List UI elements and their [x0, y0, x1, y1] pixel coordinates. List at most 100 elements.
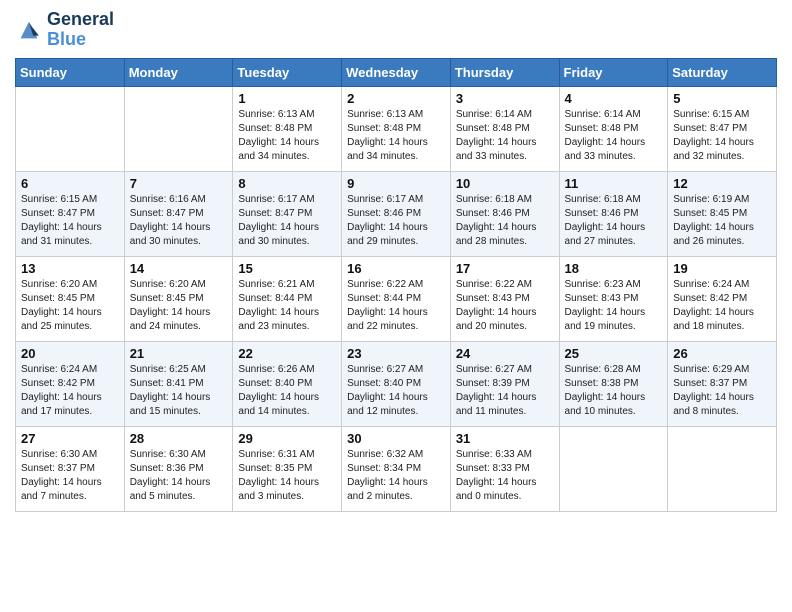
calendar-cell: 18 Sunrise: 6:23 AM Sunset: 8:43 PM Dayli… [559, 256, 668, 341]
day-number: 19 [673, 261, 771, 276]
calendar-cell: 19Sunrise: 6:24 AM Sunset: 8:42 PM Dayli… [668, 256, 777, 341]
day-info: Sunrise: 6:22 AM Sunset: 8:44 PM Dayligh… [347, 278, 445, 334]
calendar-cell [668, 426, 777, 511]
day-info: Sunrise: 6:22 AM Sunset: 8:43 PM Dayligh… [456, 278, 554, 334]
day-info: Sunrise: 6:30 AM Sunset: 8:37 PM Dayligh… [21, 448, 119, 504]
calendar-header: SundayMondayTuesdayWednesdayThursdayFrid… [16, 58, 777, 86]
day-number: 5 [673, 91, 771, 106]
calendar-cell: 28 Sunrise: 6:30 AM Sunset: 8:36 PM Dayli… [124, 426, 233, 511]
day-number: 2 [347, 91, 445, 106]
page-header: General Blue [15, 10, 777, 50]
calendar-cell: 21 Sunrise: 6:25 AM Sunset: 8:41 PM Dayli… [124, 341, 233, 426]
weekday-header-tuesday: Tuesday [233, 58, 342, 86]
day-number: 3 [456, 91, 554, 106]
day-info: Sunrise: 6:14 AM Sunset: 8:48 PM Dayligh… [565, 108, 663, 164]
day-info: Sunrise: 6:25 AM Sunset: 8:41 PM Dayligh… [130, 363, 228, 419]
calendar-cell: 6Sunrise: 6:15 AM Sunset: 8:47 PM Daylig… [16, 171, 125, 256]
calendar-cell: 17 Sunrise: 6:22 AM Sunset: 8:43 PM Dayli… [450, 256, 559, 341]
weekday-header-wednesday: Wednesday [342, 58, 451, 86]
day-info: Sunrise: 6:15 AM Sunset: 8:47 PM Dayligh… [21, 193, 119, 249]
calendar-cell: 23Sunrise: 6:27 AM Sunset: 8:40 PM Dayli… [342, 341, 451, 426]
calendar-cell: 20 Sunrise: 6:24 AM Sunset: 8:42 PM Dayli… [16, 341, 125, 426]
day-info: Sunrise: 6:27 AM Sunset: 8:39 PM Dayligh… [456, 363, 554, 419]
calendar-cell [559, 426, 668, 511]
calendar-cell: 13 Sunrise: 6:20 AM Sunset: 8:45 PM Dayli… [16, 256, 125, 341]
weekday-header-saturday: Saturday [668, 58, 777, 86]
day-info: Sunrise: 6:13 AM Sunset: 8:48 PM Dayligh… [238, 108, 336, 164]
day-info: Sunrise: 6:17 AM Sunset: 8:47 PM Dayligh… [238, 193, 336, 249]
calendar-cell: 8 Sunrise: 6:17 AM Sunset: 8:47 PM Daylig… [233, 171, 342, 256]
day-info: Sunrise: 6:18 AM Sunset: 8:46 PM Dayligh… [456, 193, 554, 249]
calendar-cell: 12 Sunrise: 6:19 AM Sunset: 8:45 PM Dayli… [668, 171, 777, 256]
day-info: Sunrise: 6:30 AM Sunset: 8:36 PM Dayligh… [130, 448, 228, 504]
day-number: 26 [673, 346, 771, 361]
calendar-cell: 29Sunrise: 6:31 AM Sunset: 8:35 PM Dayli… [233, 426, 342, 511]
day-info: Sunrise: 6:20 AM Sunset: 8:45 PM Dayligh… [130, 278, 228, 334]
day-number: 12 [673, 176, 771, 191]
day-number: 30 [347, 431, 445, 446]
day-info: Sunrise: 6:26 AM Sunset: 8:40 PM Dayligh… [238, 363, 336, 419]
calendar-cell: 22 Sunrise: 6:26 AM Sunset: 8:40 PM Dayli… [233, 341, 342, 426]
day-info: Sunrise: 6:18 AM Sunset: 8:46 PM Dayligh… [565, 193, 663, 249]
calendar-cell [124, 86, 233, 171]
calendar-cell: 4 Sunrise: 6:14 AM Sunset: 8:48 PM Daylig… [559, 86, 668, 171]
day-info: Sunrise: 6:28 AM Sunset: 8:38 PM Dayligh… [565, 363, 663, 419]
day-info: Sunrise: 6:16 AM Sunset: 8:47 PM Dayligh… [130, 193, 228, 249]
day-number: 1 [238, 91, 336, 106]
day-info: Sunrise: 6:32 AM Sunset: 8:34 PM Dayligh… [347, 448, 445, 504]
weekday-header-friday: Friday [559, 58, 668, 86]
day-number: 28 [130, 431, 228, 446]
day-number: 13 [21, 261, 119, 276]
calendar-cell: 1 Sunrise: 6:13 AM Sunset: 8:48 PM Daylig… [233, 86, 342, 171]
weekday-header-thursday: Thursday [450, 58, 559, 86]
day-info: Sunrise: 6:14 AM Sunset: 8:48 PM Dayligh… [456, 108, 554, 164]
calendar-cell: 7 Sunrise: 6:16 AM Sunset: 8:47 PM Daylig… [124, 171, 233, 256]
day-number: 20 [21, 346, 119, 361]
day-number: 14 [130, 261, 228, 276]
day-number: 27 [21, 431, 119, 446]
day-number: 11 [565, 176, 663, 191]
calendar-cell: 31 Sunrise: 6:33 AM Sunset: 8:33 PM Dayli… [450, 426, 559, 511]
day-info: Sunrise: 6:13 AM Sunset: 8:48 PM Dayligh… [347, 108, 445, 164]
day-info: Sunrise: 6:20 AM Sunset: 8:45 PM Dayligh… [21, 278, 119, 334]
day-number: 9 [347, 176, 445, 191]
calendar-cell: 3 Sunrise: 6:14 AM Sunset: 8:48 PM Daylig… [450, 86, 559, 171]
calendar-cell: 2 Sunrise: 6:13 AM Sunset: 8:48 PM Daylig… [342, 86, 451, 171]
logo-icon [15, 16, 43, 44]
weekday-header-sunday: Sunday [16, 58, 125, 86]
weekday-header-monday: Monday [124, 58, 233, 86]
day-number: 31 [456, 431, 554, 446]
day-number: 17 [456, 261, 554, 276]
day-info: Sunrise: 6:33 AM Sunset: 8:33 PM Dayligh… [456, 448, 554, 504]
logo-text: General Blue [47, 10, 114, 50]
calendar-cell: 27 Sunrise: 6:30 AM Sunset: 8:37 PM Dayli… [16, 426, 125, 511]
calendar-cell [16, 86, 125, 171]
day-number: 8 [238, 176, 336, 191]
day-info: Sunrise: 6:23 AM Sunset: 8:43 PM Dayligh… [565, 278, 663, 334]
calendar-cell: 24 Sunrise: 6:27 AM Sunset: 8:39 PM Dayli… [450, 341, 559, 426]
calendar-table: SundayMondayTuesdayWednesdayThursdayFrid… [15, 58, 777, 512]
day-number: 18 [565, 261, 663, 276]
calendar-cell: 15Sunrise: 6:21 AM Sunset: 8:44 PM Dayli… [233, 256, 342, 341]
day-number: 21 [130, 346, 228, 361]
calendar-cell: 9Sunrise: 6:17 AM Sunset: 8:46 PM Daylig… [342, 171, 451, 256]
day-number: 24 [456, 346, 554, 361]
day-number: 7 [130, 176, 228, 191]
calendar-cell: 30 Sunrise: 6:32 AM Sunset: 8:34 PM Dayli… [342, 426, 451, 511]
day-info: Sunrise: 6:27 AM Sunset: 8:40 PM Dayligh… [347, 363, 445, 419]
calendar-cell: 14 Sunrise: 6:20 AM Sunset: 8:45 PM Dayli… [124, 256, 233, 341]
day-number: 22 [238, 346, 336, 361]
logo: General Blue [15, 10, 114, 50]
calendar-cell: 25 Sunrise: 6:28 AM Sunset: 8:38 PM Dayli… [559, 341, 668, 426]
day-info: Sunrise: 6:24 AM Sunset: 8:42 PM Dayligh… [21, 363, 119, 419]
day-number: 25 [565, 346, 663, 361]
day-number: 4 [565, 91, 663, 106]
day-info: Sunrise: 6:15 AM Sunset: 8:47 PM Dayligh… [673, 108, 771, 164]
day-number: 16 [347, 261, 445, 276]
calendar-cell: 26Sunrise: 6:29 AM Sunset: 8:37 PM Dayli… [668, 341, 777, 426]
day-number: 10 [456, 176, 554, 191]
day-number: 29 [238, 431, 336, 446]
day-info: Sunrise: 6:19 AM Sunset: 8:45 PM Dayligh… [673, 193, 771, 249]
calendar-cell: 10 Sunrise: 6:18 AM Sunset: 8:46 PM Dayli… [450, 171, 559, 256]
day-info: Sunrise: 6:21 AM Sunset: 8:44 PM Dayligh… [238, 278, 336, 334]
